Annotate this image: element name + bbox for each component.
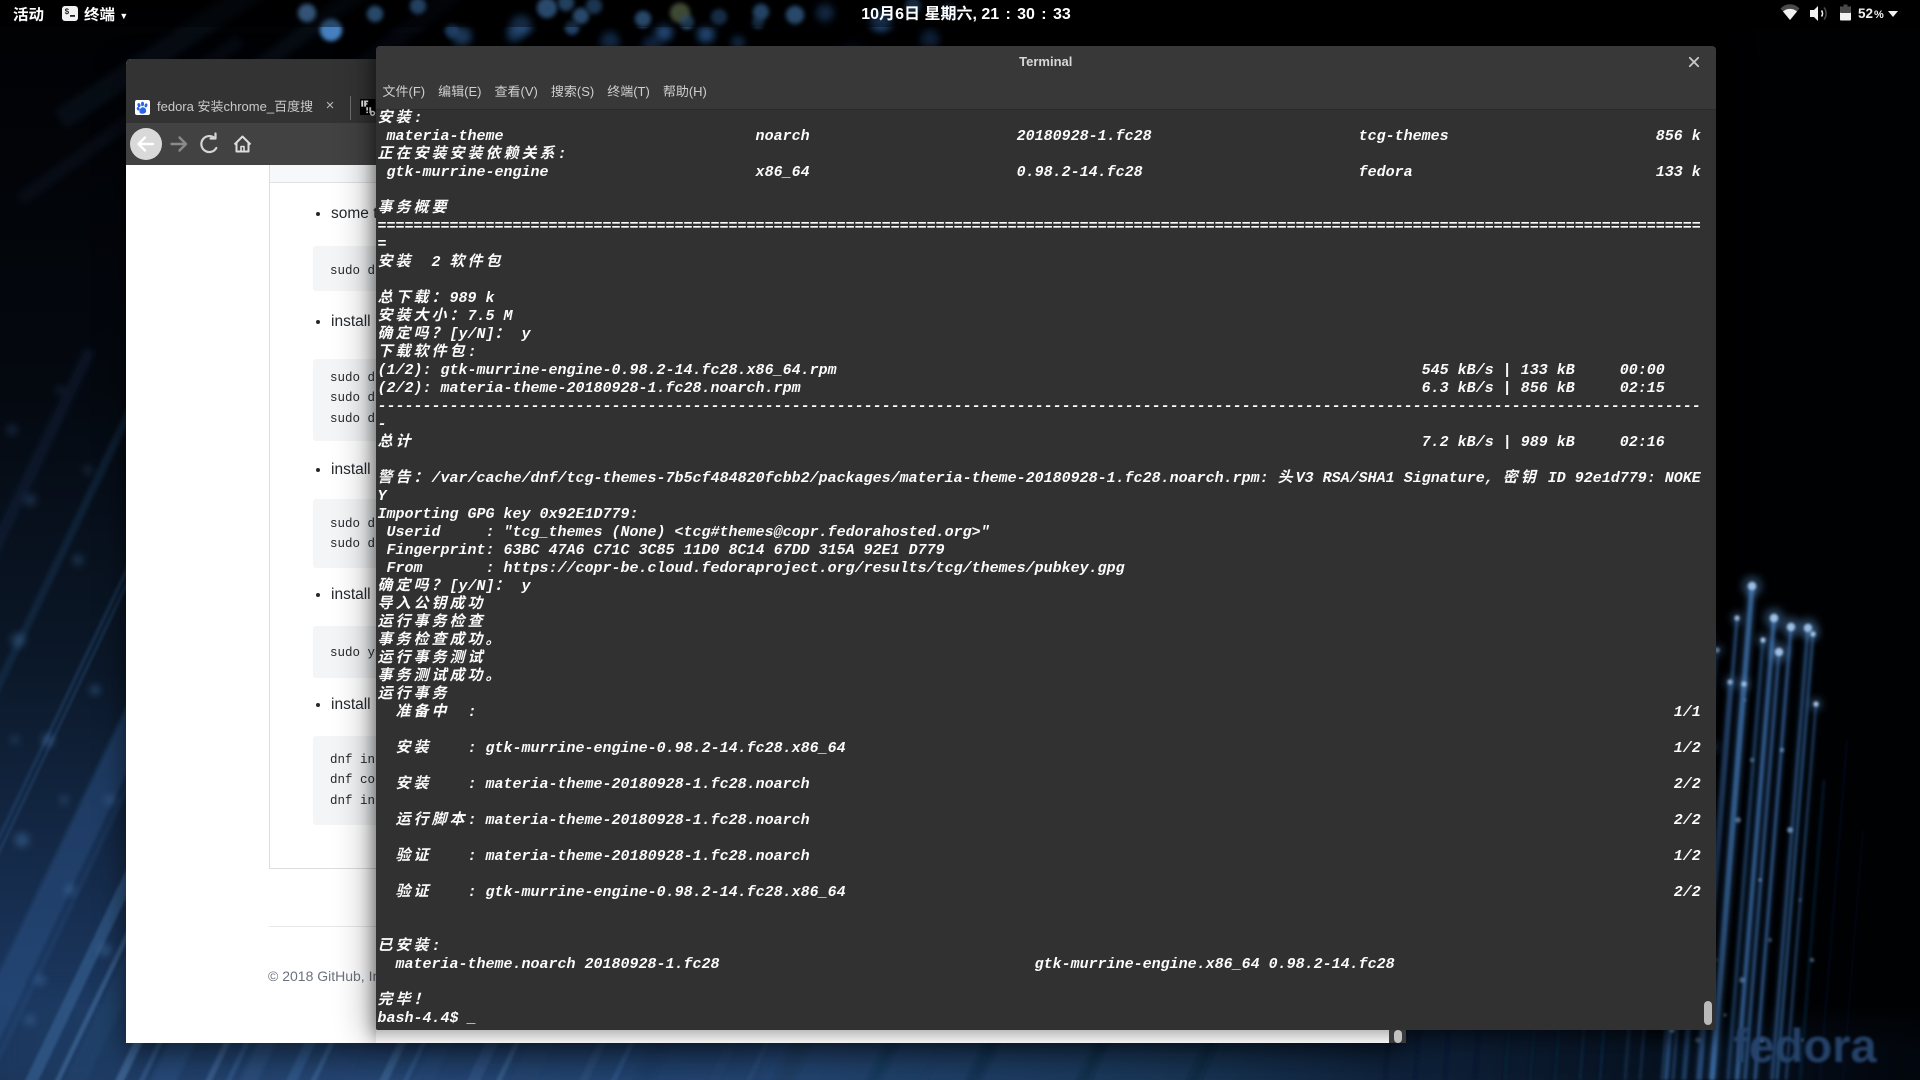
svg-text:fedora: fedora (1733, 1019, 1878, 1072)
svg-text:52: 52 (1858, 6, 1873, 21)
svg-text:%: % (1874, 9, 1884, 21)
